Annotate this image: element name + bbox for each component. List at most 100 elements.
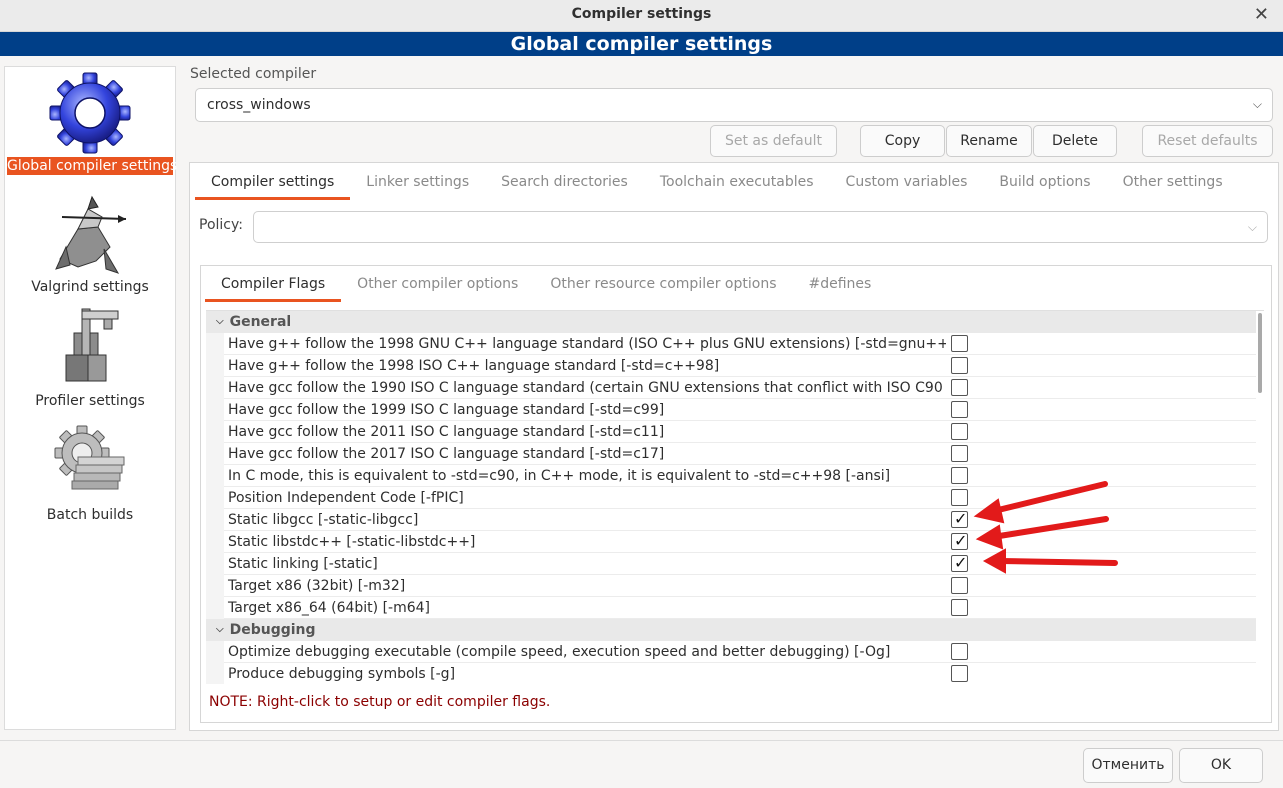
row-indent (206, 552, 224, 575)
category-row[interactable]: ⌵ Debugging (206, 619, 1256, 641)
tab-linker-settings[interactable]: Linker settings (350, 164, 485, 200)
row-indent (206, 596, 224, 619)
flag-description: Have g++ follow the 1998 GNU C++ languag… (228, 335, 946, 352)
row-indent (206, 486, 224, 509)
delete-button[interactable]: Delete (1033, 125, 1117, 157)
flag-row[interactable]: Have gcc follow the 1999 ISO C language … (206, 398, 1256, 421)
flag-checkbox[interactable] (951, 423, 968, 440)
row-indent (206, 508, 224, 531)
flag-checkbox[interactable] (951, 643, 968, 660)
flag-description: Have gcc follow the 1999 ISO C language … (228, 401, 665, 418)
sidebar-item-valgrind-settings[interactable]: Valgrind settings (5, 189, 175, 295)
chevron-down-icon[interactable]: ⌵ (216, 311, 224, 333)
flag-checkbox[interactable] (951, 467, 968, 484)
sidebar-item-label: Profiler settings (35, 393, 145, 409)
reset-defaults-button[interactable]: Reset defaults (1142, 125, 1273, 157)
flag-checkbox[interactable]: ✓ (951, 531, 968, 550)
flag-description: Have gcc follow the 1990 ISO C language … (228, 379, 946, 396)
sidebar-item-profiler-settings[interactable]: Profiler settings (5, 303, 175, 409)
flag-row[interactable]: Have g++ follow the 1998 ISO C++ languag… (206, 354, 1256, 377)
tab-compiler-flags[interactable]: Compiler Flags (205, 266, 342, 302)
gear-stack-icon (54, 425, 125, 490)
policy-select[interactable]: ⌵ (253, 211, 1268, 243)
sidebar-item-label: Valgrind settings (31, 279, 149, 295)
tab-build-options[interactable]: Build options (983, 164, 1106, 200)
flag-row[interactable]: Static libstdc++ [-static-libstdc++] ✓ (206, 530, 1256, 553)
row-indent (206, 640, 224, 663)
chevron-down-icon: ⌵ (1247, 220, 1257, 234)
set-as-default-button[interactable]: Set as default (710, 125, 837, 157)
flag-row[interactable]: Static linking [-static] ✓ (206, 552, 1256, 575)
flag-description: Have g++ follow the 1998 ISO C++ languag… (228, 357, 720, 374)
flag-checkbox[interactable] (951, 379, 968, 396)
flag-checkbox[interactable] (951, 489, 968, 506)
close-icon[interactable]: ✕ (1254, 4, 1269, 25)
row-indent (206, 662, 224, 684)
row-indent (206, 464, 224, 487)
tab-search-directories[interactable]: Search directories (485, 164, 644, 200)
flag-row[interactable]: Have g++ follow the 1998 GNU C++ languag… (206, 332, 1256, 355)
flag-description: Static libstdc++ [-static-libstdc++] (228, 533, 476, 550)
flag-checkbox[interactable] (951, 665, 968, 682)
flag-row[interactable]: Position Independent Code [-fPIC] (206, 486, 1256, 509)
gear-icon (49, 72, 131, 154)
tab-compiler-settings[interactable]: Compiler settings (195, 164, 351, 200)
flag-row[interactable]: Optimize debugging executable (compile s… (206, 640, 1256, 663)
flag-description: Target x86 (32bit) [-m32] (228, 577, 406, 594)
flag-checkbox[interactable]: ✓ (951, 553, 968, 572)
selected-compiler-label: Selected compiler (190, 66, 317, 82)
policy-label: Policy: (199, 217, 243, 233)
flag-description: In C mode, this is equivalent to -std=c9… (228, 467, 891, 484)
sidebar-item-batch-builds[interactable]: Batch builds (5, 419, 175, 523)
flag-checkbox[interactable] (951, 445, 968, 462)
settings-tabs: Compiler settings Linker settings Search… (195, 164, 1239, 200)
flag-row[interactable]: Have gcc follow the 2011 ISO C language … (206, 420, 1256, 443)
row-indent (206, 376, 224, 399)
tab-toolchain-executables[interactable]: Toolchain executables (644, 164, 830, 200)
row-indent (206, 530, 224, 553)
flag-row[interactable]: Have gcc follow the 2017 ISO C language … (206, 442, 1256, 465)
chevron-down-icon: ⌵ (1252, 97, 1262, 111)
flag-row[interactable]: Have gcc follow the 1990 ISO C language … (206, 376, 1256, 399)
rename-button[interactable]: Rename (946, 125, 1032, 157)
flag-description: Target x86_64 (64bit) [-m64] (228, 599, 431, 616)
vertical-scrollbar[interactable] (1258, 313, 1262, 393)
compiler-subtabs: Compiler Flags Other compiler options Ot… (205, 266, 887, 302)
flag-checkbox[interactable] (951, 577, 968, 594)
cancel-button[interactable]: Отменить (1083, 748, 1173, 783)
tab-other-compiler-options[interactable]: Other compiler options (341, 266, 534, 302)
flag-checkbox[interactable] (951, 335, 968, 352)
flag-checkbox[interactable] (951, 357, 968, 374)
compiler-select[interactable]: cross_windows ⌵ (195, 88, 1273, 122)
flag-description: Produce debugging symbols [-g] (228, 665, 456, 682)
tab-custom-variables[interactable]: Custom variables (830, 164, 984, 200)
copy-button[interactable]: Copy (860, 125, 945, 157)
flag-description: Have gcc follow the 2011 ISO C language … (228, 423, 665, 440)
chevron-down-icon[interactable]: ⌵ (216, 619, 224, 641)
category-label: General (229, 314, 292, 330)
checkmark-icon: ✓ (954, 509, 968, 528)
window-title: Compiler settings (571, 6, 712, 22)
flag-description: Static libgcc [-static-libgcc] (228, 511, 419, 528)
category-row[interactable]: ⌵ General (206, 311, 1256, 333)
compiler-flags-panel: Compiler Flags Other compiler options Ot… (200, 265, 1272, 723)
compiler-flags-list[interactable]: ⌵ General Have g++ follow the 1998 GNU C++… (206, 310, 1264, 684)
sidebar-item-global-compiler-settings[interactable]: Global compiler settings (5, 69, 177, 175)
tab-defines[interactable]: #defines (792, 266, 887, 302)
flag-row[interactable]: Static libgcc [-static-libgcc] ✓ (206, 508, 1256, 531)
tab-other-settings[interactable]: Other settings (1107, 164, 1239, 200)
flag-checkbox[interactable] (951, 599, 968, 616)
flag-row[interactable]: Produce debugging symbols [-g] (206, 662, 1256, 684)
flag-row[interactable]: Target x86_64 (64bit) [-m64] (206, 596, 1256, 619)
compiler-settings-panel: Compiler settings Linker settings Search… (189, 162, 1279, 731)
flag-row[interactable]: In C mode, this is equivalent to -std=c9… (206, 464, 1256, 487)
ok-button[interactable]: OK (1179, 748, 1263, 783)
flag-checkbox[interactable] (951, 401, 968, 418)
flag-checkbox[interactable]: ✓ (951, 509, 968, 528)
checkmark-icon: ✓ (954, 553, 968, 572)
caliper-icon (65, 308, 119, 382)
tab-other-resource-compiler-options[interactable]: Other resource compiler options (534, 266, 792, 302)
row-indent (206, 332, 224, 355)
flag-row[interactable]: Target x86 (32bit) [-m32] (206, 574, 1256, 597)
footer-divider (0, 740, 1283, 741)
